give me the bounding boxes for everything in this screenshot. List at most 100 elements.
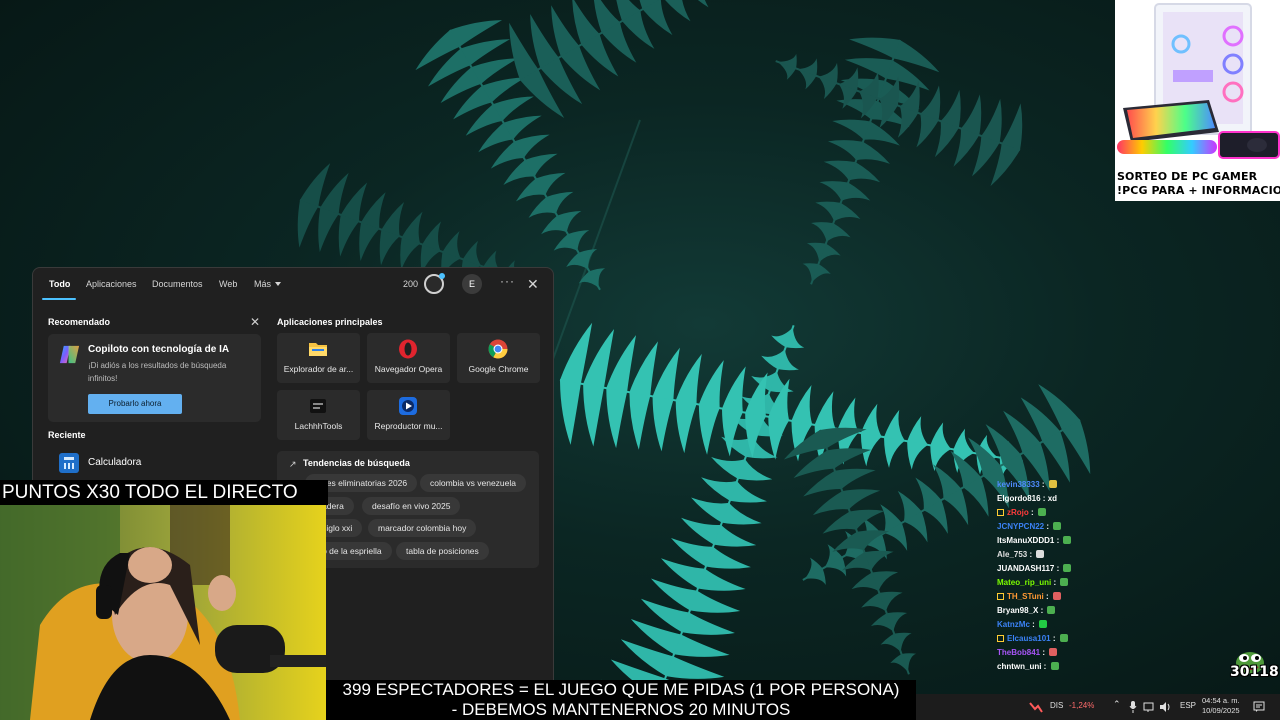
app-opera[interactable]: Navegador Opera: [367, 333, 450, 383]
input-language[interactable]: ESP: [1180, 701, 1196, 710]
app-chrome[interactable]: Google Chrome: [457, 333, 540, 383]
chat-text: :: [1029, 620, 1037, 629]
trend-chip[interactable]: marcador colombia hoy: [368, 519, 477, 537]
chat-message: Elgordo816 : xd: [997, 494, 1057, 503]
dismiss-recommended-icon[interactable]: ✕: [250, 315, 260, 329]
tab-web[interactable]: Web: [219, 279, 237, 289]
microphone-icon[interactable]: [1129, 701, 1137, 713]
chat-username[interactable]: TheBob841: [997, 648, 1040, 657]
chat-username[interactable]: ItsManuXDDD1: [997, 536, 1054, 545]
app-file-explorer[interactable]: Explorador de ar...: [277, 333, 360, 383]
chat-emote-icon: [1039, 620, 1047, 628]
chat-emote-icon: [1050, 662, 1059, 670]
system-clock[interactable]: 04:54 a. m. 10/09/2025: [1202, 696, 1240, 716]
chat-username[interactable]: JUANDASH117: [997, 564, 1054, 573]
tab-documents[interactable]: Documentos: [152, 279, 203, 289]
active-tab-indicator: [42, 298, 76, 300]
app-lachhhtools[interactable]: LachhhTools: [277, 390, 360, 440]
trend-chip[interactable]: desafío en vivo 2025: [362, 497, 461, 515]
chat-message: TheBob841 :: [997, 648, 1058, 657]
tab-apps[interactable]: Aplicaciones: [86, 279, 137, 289]
stock-ticker[interactable]: DIS: [1050, 701, 1063, 710]
tab-more[interactable]: Más: [254, 279, 282, 289]
recent-heading: Reciente: [48, 430, 86, 440]
search-tabs: Todo Aplicaciones Documentos Web Más 200…: [33, 268, 553, 304]
try-now-button[interactable]: Probarlo ahora: [88, 394, 182, 414]
taskbar-tray: DIS -1,24% ⌃ ESP 04:54 a. m. 10/09/2025: [916, 694, 1280, 720]
chat-message: TH_STuni :: [997, 592, 1061, 601]
chat-username[interactable]: Elgordo816: [997, 494, 1041, 503]
trend-chip[interactable]: tabla de posiciones: [396, 542, 489, 560]
chat-message: JUANDASH117 :: [997, 564, 1072, 573]
opera-icon: [399, 339, 417, 359]
chat-text: :: [1027, 550, 1035, 559]
chat-username[interactable]: KatnzMc: [997, 620, 1030, 629]
giveaway-subtitle: !PCG PARA + INFORMACION: [1117, 184, 1280, 197]
chat-message: kevin38333 :: [997, 480, 1057, 489]
streamer-webcam: [0, 505, 326, 720]
trends-heading: Tendencias de búsqueda: [303, 458, 410, 468]
chat-username[interactable]: zRojo: [1007, 508, 1029, 517]
chat-text: :: [1051, 578, 1059, 587]
chat-username[interactable]: Mateo_rip_uni: [997, 578, 1051, 587]
chat-username[interactable]: Ale_753: [997, 550, 1027, 559]
chat-username[interactable]: chntwn_uni: [997, 662, 1041, 671]
goal-line-1: 399 ESPECTADORES = EL JUEGO QUE ME PIDAS…: [342, 680, 900, 699]
volume-icon[interactable]: [1159, 701, 1171, 713]
top-apps-heading: Aplicaciones principales: [277, 317, 383, 327]
chat-emote-icon: [1053, 522, 1062, 530]
chat-message: zRojo :: [997, 508, 1046, 517]
notifications-icon[interactable]: [1253, 701, 1265, 713]
rewards-trophy-icon[interactable]: [424, 273, 445, 294]
trend-chip[interactable]: colombia vs venezuela: [420, 474, 526, 492]
chat-username[interactable]: JCNYPCN22: [997, 522, 1044, 531]
chat-badge-icon: [997, 593, 1004, 600]
clock-date: 10/09/2025: [1202, 706, 1240, 715]
chat-username[interactable]: Elcausa101: [1007, 634, 1051, 643]
more-options-icon[interactable]: ···: [500, 274, 515, 288]
app-label: Navegador Opera: [374, 364, 443, 374]
chat-message: Elcausa101 :: [997, 634, 1068, 643]
cam-banner: PUNTOS X30 TODO EL DIRECTO: [0, 480, 328, 505]
trending-up-icon: ↗: [289, 459, 297, 469]
chat-badge-icon: [997, 509, 1004, 516]
chat-message: Mateo_rip_uni :: [997, 578, 1069, 587]
chevron-down-icon: [275, 282, 282, 286]
chat-username[interactable]: TH_STuni: [1007, 592, 1044, 601]
network-icon[interactable]: [1143, 701, 1155, 713]
chat-text: :: [1038, 606, 1046, 615]
stock-down-icon[interactable]: [1029, 701, 1043, 713]
chat-text: :: [1054, 564, 1062, 573]
chat-username[interactable]: kevin38333: [997, 480, 1040, 489]
user-avatar[interactable]: E: [462, 274, 482, 294]
copilot-promo-card[interactable]: Copiloto con tecnología de IA ¡Di adiós …: [48, 334, 261, 422]
app-label: Google Chrome: [468, 364, 529, 374]
giveaway-title: SORTEO DE PC GAMER: [1117, 170, 1258, 183]
chat-emote-icon: [1052, 592, 1061, 600]
chat-text: :: [1050, 634, 1058, 643]
lachhhtools-icon: [310, 399, 326, 413]
recommended-heading: Recomendado: [48, 317, 111, 327]
recent-item-calculator[interactable]: Calculadora: [48, 453, 261, 473]
chat-emote-icon: [1049, 648, 1058, 656]
stock-change: -1,24%: [1069, 701, 1095, 710]
chat-emote-icon: [1060, 578, 1069, 586]
tab-all[interactable]: Todo: [49, 279, 70, 289]
stream-chat: kevin38333 : Elgordo816 : xd zRojo : JCNY…: [994, 468, 1174, 678]
chat-message: Ale_753 :: [997, 550, 1045, 559]
close-icon[interactable]: ✕: [527, 274, 539, 294]
chat-message: Bryan98_X :: [997, 606, 1056, 615]
chat-text: :: [1041, 662, 1049, 671]
app-label: LachhhTools: [294, 421, 343, 431]
chat-message: KatnzMc :: [997, 620, 1047, 629]
recent-item-label: Calculadora: [88, 457, 142, 468]
chat-text: : xd: [1040, 494, 1058, 503]
goal-line-2: - DEBEMOS MANTENERNOS 20 MINUTOS: [451, 700, 791, 719]
chrome-icon: [488, 339, 508, 359]
clock-time: 04:54 a. m.: [1202, 696, 1240, 705]
app-media-player[interactable]: Reproductor mu...: [367, 390, 450, 440]
show-hidden-icons-icon[interactable]: ⌃: [1113, 699, 1121, 710]
chat-text: :: [1028, 508, 1036, 517]
chat-emote-icon: [1059, 634, 1068, 642]
chat-username[interactable]: Bryan98_X: [997, 606, 1038, 615]
